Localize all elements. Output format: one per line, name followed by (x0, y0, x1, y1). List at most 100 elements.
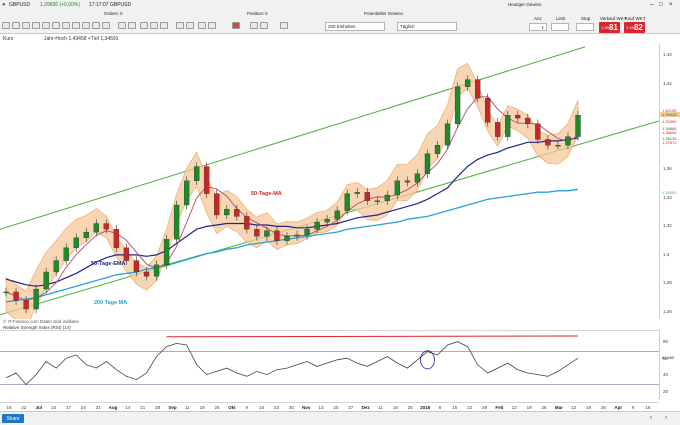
share-button[interactable]: Share (2, 414, 24, 423)
candle-body (485, 97, 491, 123)
scroll-left-icon[interactable]: ‹ (650, 415, 652, 421)
buy-button[interactable]: 1,39 82 (624, 22, 645, 33)
qty-input[interactable]: 1 (529, 23, 547, 31)
rsi-value-tag: 61,985 (662, 354, 675, 360)
line-tool-button[interactable] (12, 22, 20, 29)
time-axis-label: Aug (108, 405, 118, 410)
candle-body (515, 115, 521, 119)
time-axis-label: 22 (21, 405, 27, 410)
candle-body (495, 122, 501, 137)
candle-body (454, 86, 461, 124)
channel-tool-button[interactable] (32, 22, 40, 29)
timeframe-select[interactable]: Täglich (397, 22, 457, 31)
time-axis-label: 20 (333, 405, 339, 410)
time-axis-label: 16 (259, 405, 265, 410)
trading-platform-window: ● GBPUSD 1,39836 (+0,60%) 17:17:07 GBPUS… (0, 0, 680, 425)
sell-price-small: 1,39 (601, 25, 609, 30)
time-axis-label: 24 (80, 405, 86, 410)
time-axis-label: 25 (214, 405, 220, 410)
symbol-name[interactable]: GBPUSD (9, 3, 30, 8)
units-select[interactable]: 200 Einheiten (325, 22, 385, 31)
hline-tool-button[interactable] (22, 22, 30, 29)
candle-body (194, 166, 200, 181)
redo-button[interactable] (186, 22, 194, 29)
candle (424, 149, 431, 178)
price-change: 1,39836 (+0,60%) (40, 2, 80, 8)
limit-input[interactable] (551, 23, 569, 31)
candle-body (153, 264, 160, 277)
candle-body (143, 271, 150, 277)
time-axis-label: 27 (348, 405, 354, 410)
maximize-icon[interactable]: □ (659, 2, 663, 8)
candle-body (254, 229, 260, 237)
gann-tool-button[interactable] (102, 22, 110, 29)
candle-style-button[interactable] (140, 22, 148, 29)
candle-body (244, 216, 250, 230)
candle-body (304, 229, 310, 236)
indicators-button[interactable] (150, 22, 158, 29)
candle-body (204, 166, 210, 194)
zoom-out-button[interactable] (128, 22, 136, 29)
settings-button[interactable] (280, 22, 288, 29)
price-chart[interactable]: 50-Tage-MA 50-Tage-EMA 200 Tage MA (0, 44, 660, 329)
time-axis-label: 16 (6, 405, 12, 410)
candle (204, 162, 210, 198)
color-tool-button[interactable] (232, 22, 240, 29)
candle-body (3, 291, 9, 294)
position-label: Position: (247, 11, 265, 16)
buy-label: Kauf WKT (625, 16, 646, 21)
fibonacci-tool-button[interactable] (42, 22, 50, 29)
sell-button[interactable]: 1,39 81 (599, 22, 620, 33)
candle-body (314, 221, 320, 230)
time-axis-label: 30 (288, 405, 294, 410)
candle-body (284, 236, 290, 241)
price-tick: 1,3 (663, 251, 670, 257)
minimize-icon[interactable]: – (650, 2, 653, 8)
candle-body (73, 237, 79, 248)
candle-body (224, 209, 230, 216)
price-tick: 1,32 (663, 223, 672, 229)
rsi-panel[interactable] (0, 330, 659, 400)
rsi-tick: 80 (663, 339, 669, 345)
candle-body (113, 229, 120, 248)
time-axis-label: 14 (125, 405, 131, 410)
price-axis[interactable]: 1,441,421,41,381,361,341,321,31,281,26 1… (659, 44, 680, 319)
screenshot-button[interactable] (198, 22, 206, 29)
arrow-tool-button[interactable] (82, 22, 90, 29)
current-gain-label: Heutiger Gewinn (508, 2, 542, 7)
lock-button[interactable] (260, 22, 268, 29)
rsi-line (5, 341, 579, 386)
time-axis-label: 8 (438, 405, 442, 410)
time-axis-label: 10 (51, 405, 57, 410)
rsi-resistance-line (166, 335, 579, 338)
rectangle-tool-button[interactable] (52, 22, 60, 29)
time-axis-label: 28 (155, 405, 161, 410)
scroll-right-icon[interactable]: › (665, 415, 667, 421)
close-icon[interactable]: × (669, 2, 673, 8)
time-axis-label: 19 (586, 405, 592, 410)
candle-body (354, 192, 360, 194)
candle-body (565, 136, 571, 146)
time-axis-label: 21 (140, 405, 146, 410)
print-button[interactable] (208, 22, 216, 29)
candle-body (464, 79, 471, 87)
template-button[interactable] (160, 22, 168, 29)
stop-input[interactable] (576, 23, 594, 31)
time-axis-label: 26 (600, 405, 606, 410)
cursor-tool-button[interactable] (2, 22, 10, 29)
time-axis[interactable]: 16 22 Jul 10 17 24 31 Aug 14 21 28 Sep 11 18 25 Okt 9 16 2… (0, 402, 659, 411)
time-axis-label: 17 (65, 405, 71, 410)
candle (163, 234, 170, 270)
undo-button[interactable] (176, 22, 184, 29)
price-tick: 1,36 (663, 166, 672, 172)
time-axis-label: 19 (526, 405, 532, 410)
delete-drawings-button[interactable] (250, 22, 258, 29)
candle-body (474, 79, 481, 99)
ellipse-tool-button[interactable] (62, 22, 70, 29)
rsi-axis: 80 60 40 20 61,985 (659, 330, 680, 400)
pitchfork-tool-button[interactable] (92, 22, 100, 29)
text-tool-button[interactable] (72, 22, 80, 29)
time-axis-label: Apr (614, 405, 623, 410)
zoom-in-button[interactable] (118, 22, 126, 29)
time-axis-label: Okt (228, 405, 236, 410)
